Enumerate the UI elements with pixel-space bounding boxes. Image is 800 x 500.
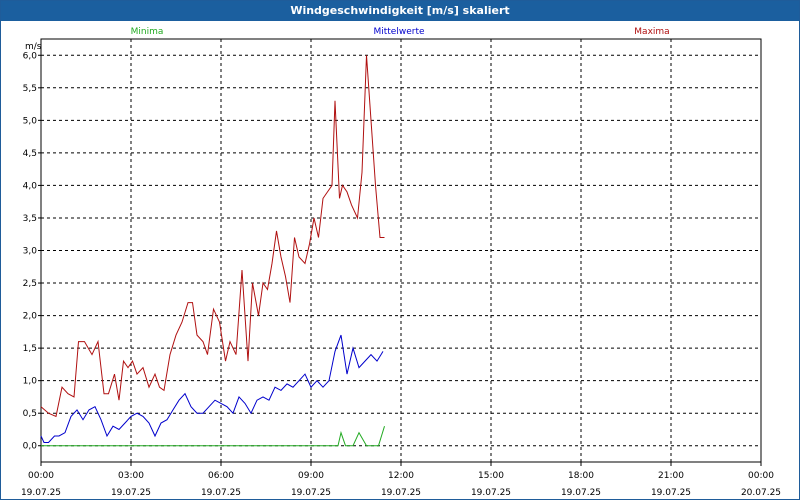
x-tick-date: 20.07.25 — [741, 488, 781, 498]
x-tick-date: 19.07.25 — [651, 488, 691, 498]
y-tick-label: 5,0 — [23, 116, 38, 126]
x-tick-date: 19.07.25 — [21, 488, 61, 498]
x-tick-time: 06:00 — [208, 471, 234, 481]
x-tick-time: 21:00 — [658, 471, 684, 481]
legend-minima: Minima — [131, 27, 164, 37]
chart-plot: m/s0,00,51,01,52,02,53,03,54,04,55,05,56… — [21, 27, 781, 498]
x-tick-time: 03:00 — [118, 471, 144, 481]
y-tick-label: 1,5 — [23, 344, 37, 354]
legend-maxima: Maxima — [634, 27, 669, 37]
gridlines — [41, 39, 761, 462]
legend: Minima Mittelwerte Maxima — [131, 27, 670, 37]
x-tick-time: 15:00 — [478, 471, 504, 481]
x-tick-date: 19.07.25 — [381, 488, 421, 498]
y-tick-label: 1,0 — [23, 377, 38, 387]
chart-window: Windgeschwindigkeit [m/s] skaliert m/s 0,… — [0, 0, 800, 500]
x-tick-time: 09:00 — [298, 471, 324, 481]
x-tick-date: 19.07.25 — [201, 488, 241, 498]
y-tick-label: 6,0 — [23, 51, 38, 61]
chart-title: Windgeschwindigkeit [m/s] skaliert — [1, 1, 799, 21]
y-tick-label: 0,5 — [23, 409, 37, 419]
y-tick-label: 5,5 — [23, 84, 37, 94]
y-tick-label: 2,0 — [23, 312, 38, 322]
y-tick-label: 3,0 — [23, 247, 38, 257]
y-tick-label: 4,0 — [23, 181, 38, 191]
x-tick-time: 00:00 — [748, 471, 774, 481]
y-tick-label: 0,0 — [23, 442, 38, 452]
x-tick-time: 00:00 — [28, 471, 54, 481]
x-tick-time: 18:00 — [568, 471, 594, 481]
x-tick-date: 19.07.25 — [111, 488, 151, 498]
y-tick-label: 3,5 — [23, 214, 37, 224]
x-tick-date: 19.07.25 — [561, 488, 601, 498]
x-tick-date: 19.07.25 — [291, 488, 331, 498]
legend-mittelwerte: Mittelwerte — [373, 27, 424, 37]
series-line-mittelwerte — [40, 334, 384, 443]
series-lines — [40, 55, 385, 447]
y-tick-label: 2,5 — [23, 279, 37, 289]
series-line-minima — [41, 426, 385, 447]
x-tick-time: 12:00 — [388, 471, 414, 481]
y-tick-label: 4,5 — [23, 149, 37, 159]
x-tick-date: 19.07.25 — [471, 488, 511, 498]
